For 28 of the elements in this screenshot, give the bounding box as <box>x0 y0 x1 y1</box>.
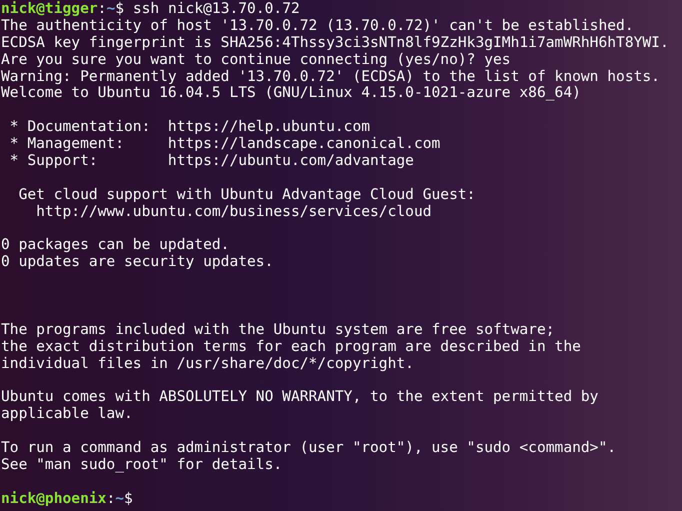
terminal-line: applicable law. <box>1 406 134 424</box>
prompt-colon: : <box>98 0 106 17</box>
terminal-line: http://www.ubuntu.com/business/services/cloud <box>35 204 433 221</box>
prompt-path: ~ <box>106 0 116 17</box>
command-text: ssh nick@13.70.0.72 <box>132 0 300 17</box>
prompt-symbol: $ <box>124 490 133 507</box>
terminal-line: Get cloud support with Ubuntu Advantage Cloud Guest: <box>18 186 476 204</box>
terminal-line: The authenticity of host '13.70.0.72 (13.70.0.72)' can't be established. <box>1 18 635 35</box>
terminal-line: * Management: https://landscape.canonical.com <box>8 136 442 154</box>
terminal-line: Ubuntu comes with ABSOLUTELY NO WARRANTY, to the extent permitted by <box>1 389 600 406</box>
terminal-line: Are you sure you want to continue connecting (yes/no)? yes <box>1 52 512 69</box>
prompt-user-host: nick@tigger <box>1 0 98 17</box>
prompt-symbol: $ <box>115 0 124 17</box>
terminal-line: * Documentation: https://help.ubuntu.com <box>8 119 372 136</box>
terminal-line: To run a command as administrator (user "root"), use "sudo <command>". <box>1 440 618 458</box>
prompt-colon: : <box>106 490 116 507</box>
terminal-line: The programs included with the Ubuntu system are free software; <box>1 322 556 339</box>
terminal-line: Welcome to Ubuntu 16.04.5 LTS (GNU/Linux 4.15.0-1021-azure x86_64) <box>1 85 582 102</box>
terminal-line: Warning: Permanently added '13.70.0.72' (ECDSA) to the list of known hosts. <box>1 68 661 86</box>
terminal-line: ECDSA key fingerprint is SHA256:4Thssy3ci3sNTn8lf9ZzHk3gIMh1i7amWRhH6hT8YWI. <box>1 34 670 52</box>
prompt-path: ~ <box>115 490 124 507</box>
terminal-line: individual files in /usr/share/doc/*/copyright. <box>1 356 415 373</box>
terminal-line: * Support: https://ubuntu.com/advantage <box>8 153 415 170</box>
terminal-line: the exact distribution terms for each program are described in the <box>1 338 582 356</box>
terminal-line: See "man sudo_root" for details. <box>1 457 284 474</box>
terminal-line: 0 packages can be updated. <box>1 237 230 254</box>
terminal-line: 0 updates are security updates. <box>1 254 274 272</box>
prompt-user-host: nick@phoenix <box>1 490 106 507</box>
